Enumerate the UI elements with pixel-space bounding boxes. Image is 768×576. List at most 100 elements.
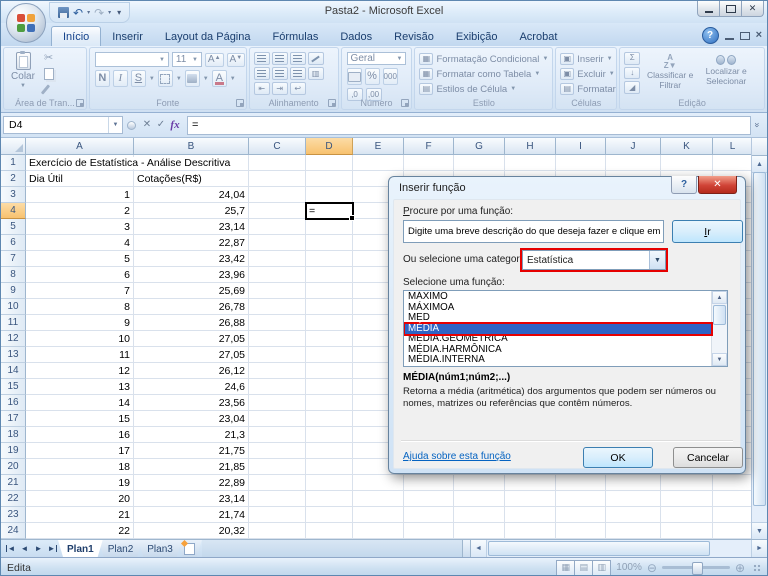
borders-button[interactable] [158, 70, 173, 87]
tab-inserir[interactable]: Inserir [101, 27, 154, 46]
cell[interactable] [249, 507, 306, 523]
formula-input[interactable]: = [187, 116, 751, 135]
orientation-button[interactable] [308, 52, 324, 65]
cell[interactable] [556, 475, 606, 491]
row-header-17[interactable]: 17 [1, 411, 26, 427]
cell[interactable] [306, 395, 353, 411]
cell[interactable]: Cotações(R$) [134, 171, 249, 187]
cell[interactable] [713, 155, 753, 171]
column-header-a[interactable]: A [26, 138, 134, 155]
cell[interactable] [353, 155, 404, 171]
align-middle-button[interactable] [272, 52, 288, 65]
cell[interactable] [606, 475, 661, 491]
row-header-21[interactable]: 21 [1, 475, 26, 491]
sheet-tab-plan1[interactable]: Plan1 [58, 540, 103, 557]
cell[interactable] [661, 523, 713, 539]
row-header-11[interactable]: 11 [1, 315, 26, 331]
row-header-12[interactable]: 12 [1, 331, 26, 347]
format-as-table-button[interactable]: ▦ Formatar como Tabela▼ [419, 68, 548, 80]
row-header-9[interactable]: 9 [1, 283, 26, 299]
chevron-down-icon[interactable]: ▼ [649, 251, 665, 269]
column-header-k[interactable]: K [661, 138, 713, 155]
chevron-down-icon[interactable]: ▼ [230, 76, 236, 82]
cell[interactable]: 21,74 [134, 507, 249, 523]
category-select[interactable]: Estatística ▼ [522, 250, 666, 270]
cell[interactable]: 20 [26, 491, 134, 507]
insert-function-icon[interactable]: fx [168, 120, 182, 131]
dialog-launcher-icon[interactable] [76, 99, 84, 107]
chevron-down-icon[interactable]: ▼ [203, 76, 209, 82]
clear-button[interactable]: ◢ [624, 81, 640, 94]
active-cell-d4[interactable]: = [305, 202, 354, 220]
cell[interactable]: 10 [26, 331, 134, 347]
cell[interactable]: 11 [26, 347, 134, 363]
cell[interactable] [249, 171, 306, 187]
horizontal-scrollbar[interactable]: ◄ ► [471, 540, 767, 557]
cell[interactable]: Dia Útil [26, 171, 134, 187]
cell[interactable] [306, 507, 353, 523]
search-function-input[interactable]: Digite uma breve descrição do que deseja… [403, 220, 664, 243]
insert-cells-button[interactable]: ▣ Inserir▼ [560, 53, 616, 65]
cell[interactable] [713, 507, 753, 523]
cell[interactable] [404, 155, 454, 171]
zoom-slider[interactable] [662, 566, 730, 569]
zoom-in-icon[interactable]: ⊕ [735, 562, 745, 574]
cell[interactable] [404, 475, 454, 491]
scroll-down-icon[interactable]: ▼ [712, 353, 727, 366]
dialog-help-button[interactable]: ? [671, 176, 697, 194]
cell[interactable]: 5 [26, 251, 134, 267]
cell[interactable]: 8 [26, 299, 134, 315]
tab-incio[interactable]: Início [51, 26, 101, 46]
previous-sheet-icon[interactable]: ◄ [18, 542, 31, 556]
fill-handle[interactable] [349, 215, 355, 221]
grow-font-button[interactable]: A▲ [205, 53, 224, 67]
cell[interactable] [249, 363, 306, 379]
office-button[interactable] [6, 3, 46, 43]
cell[interactable]: 23,14 [134, 219, 249, 235]
expand-formula-bar-icon[interactable]: » [751, 116, 765, 135]
column-header-l[interactable]: L [713, 138, 753, 155]
cell[interactable]: 6 [26, 267, 134, 283]
row-header-20[interactable]: 20 [1, 459, 26, 475]
cell[interactable]: 3 [26, 219, 134, 235]
cell[interactable] [249, 155, 306, 171]
row-header-18[interactable]: 18 [1, 427, 26, 443]
cell[interactable]: 23,56 [134, 395, 249, 411]
wrap-text-button[interactable]: ↩ [290, 82, 306, 95]
cell[interactable] [306, 427, 353, 443]
cell[interactable] [505, 523, 556, 539]
minimize-button[interactable] [697, 1, 720, 17]
dialog-launcher-icon[interactable] [328, 99, 336, 107]
cell[interactable] [249, 475, 306, 491]
column-header-c[interactable]: C [249, 138, 306, 155]
row-header-5[interactable]: 5 [1, 219, 26, 235]
cancel-entry-icon[interactable]: ✕ [140, 120, 154, 130]
vertical-scroll-thumb[interactable] [753, 172, 766, 506]
column-header-i[interactable]: I [556, 138, 606, 155]
tab-split-handle[interactable] [462, 540, 471, 557]
cell[interactable] [353, 475, 404, 491]
paste-button[interactable]: Colar ▼ [6, 50, 40, 96]
help-link[interactable]: Ajuda sobre esta função [403, 451, 511, 462]
underline-button[interactable]: S [131, 70, 146, 87]
row-header-4[interactable]: 4 [1, 203, 26, 219]
first-sheet-icon[interactable]: ◄ [4, 542, 17, 556]
column-header-b[interactable]: B [134, 138, 249, 155]
decrease-indent-button[interactable]: ⇤ [254, 82, 270, 95]
cell[interactable]: 4 [26, 235, 134, 251]
dialog-close-button[interactable]: ✕ [698, 176, 737, 194]
cell[interactable]: 2 [26, 203, 134, 219]
scroll-left-icon[interactable]: ◄ [471, 540, 487, 557]
format-painter-button[interactable] [44, 83, 62, 96]
column-header-h[interactable]: H [505, 138, 556, 155]
cell[interactable]: 21 [26, 507, 134, 523]
cell[interactable]: 21,85 [134, 459, 249, 475]
cell[interactable] [306, 347, 353, 363]
cell[interactable]: 25,7 [134, 203, 249, 219]
cell[interactable]: 21,75 [134, 443, 249, 459]
format-cells-button[interactable]: ▤ Formatar▼ [560, 83, 616, 95]
cancel-button[interactable]: Cancelar [673, 447, 743, 468]
confirm-entry-icon[interactable]: ✓ [154, 120, 168, 130]
cell[interactable]: 16 [26, 427, 134, 443]
cell[interactable] [249, 459, 306, 475]
